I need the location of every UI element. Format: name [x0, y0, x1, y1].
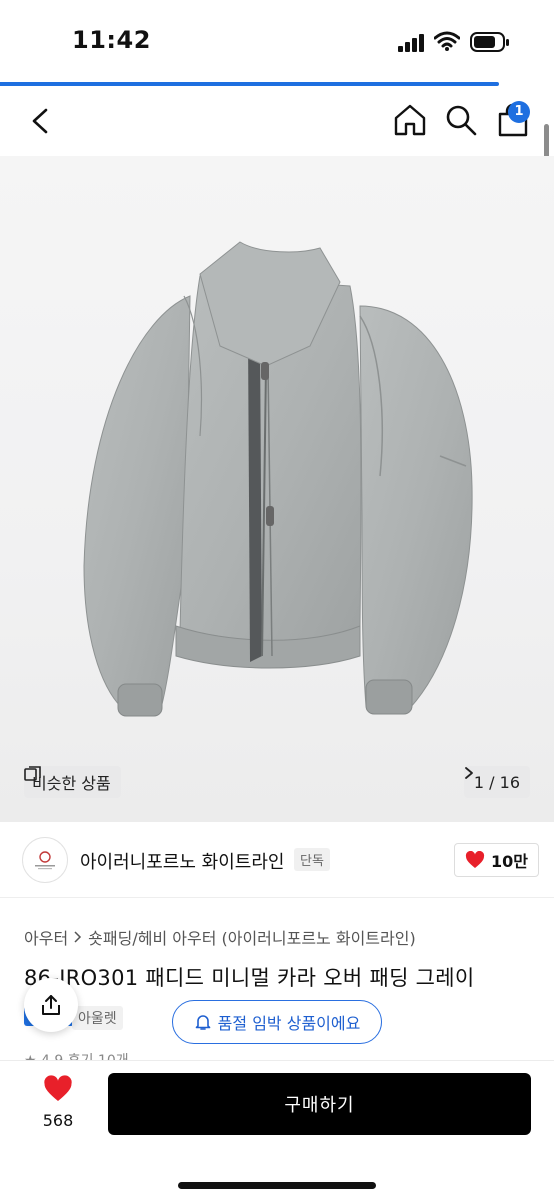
brand-logo[interactable] [22, 837, 68, 883]
chevron-right-icon [74, 931, 82, 943]
bell-icon [195, 1015, 210, 1030]
low-stock-toast: 품절 임박 상품이에요 [172, 1000, 382, 1044]
similar-products-label: 비슷한 상품 [32, 774, 111, 793]
share-button[interactable] [24, 978, 78, 1032]
heart-icon [465, 851, 485, 868]
low-stock-text: 품절 임박 상품이에요 [217, 1014, 361, 1033]
cellular-signal-icon [398, 34, 424, 52]
similar-items-icon [24, 766, 41, 781]
top-nav: 1 [0, 86, 554, 156]
breadcrumb-item[interactable]: 숏패딩/헤비 아우터 (아이러니포르노 화이트라인) [88, 925, 416, 949]
exclusive-tag: 단독 [294, 848, 330, 871]
status-bar: 11:42 [0, 0, 554, 82]
category-breadcrumb: 아우터 숏패딩/헤비 아우터 (아이러니포르노 화이트라인) [24, 925, 416, 949]
bottom-purchase-bar: 568 구매하기 [0, 1060, 554, 1200]
similar-products-button[interactable]: 비슷한 상품 [24, 766, 121, 798]
brand-row[interactable]: 아이러니포르노 화이트라인 단독 10만 [0, 822, 554, 898]
brand-logo-mark [35, 851, 55, 870]
wishlist-count: 568 [42, 1111, 74, 1130]
heart-filled-icon [44, 1075, 72, 1101]
back-chevron-icon[interactable] [24, 104, 58, 138]
brand-name[interactable]: 아이러니포르노 화이트라인 [80, 848, 284, 874]
battery-icon [470, 32, 509, 52]
image-counter-button[interactable]: 1 / 16 [463, 766, 530, 798]
wifi-icon [434, 31, 460, 51]
home-icon[interactable] [392, 102, 428, 138]
breadcrumb-item[interactable]: 아우터 [24, 925, 68, 949]
product-title: 86-IRO301 패디드 미니멀 카라 오버 패딩 그레이 [24, 966, 475, 990]
status-time: 11:42 [72, 26, 151, 54]
cart-count-badge: 1 [508, 101, 530, 123]
brand-like-button[interactable]: 10만 [454, 843, 539, 877]
wishlist-button[interactable]: 568 [36, 1075, 80, 1130]
product-photo-jacket [83, 241, 473, 717]
image-counter-text: 1 / 16 [473, 772, 520, 792]
brand-like-count: 10만 [491, 852, 528, 871]
home-indicator[interactable] [178, 1182, 376, 1189]
search-icon[interactable] [444, 102, 478, 138]
product-page: 11:42 1 비슷한 상품 1 / 16 아이러니포르노 화이트라인 단독 1… [0, 0, 554, 1200]
product-image-gallery[interactable]: 비슷한 상품 1 / 16 [0, 156, 554, 822]
chevron-right-icon [464, 767, 473, 779]
outlet-tag: 아울렛 [72, 1006, 123, 1030]
buy-button[interactable]: 구매하기 [108, 1073, 531, 1135]
share-icon [42, 995, 60, 1015]
